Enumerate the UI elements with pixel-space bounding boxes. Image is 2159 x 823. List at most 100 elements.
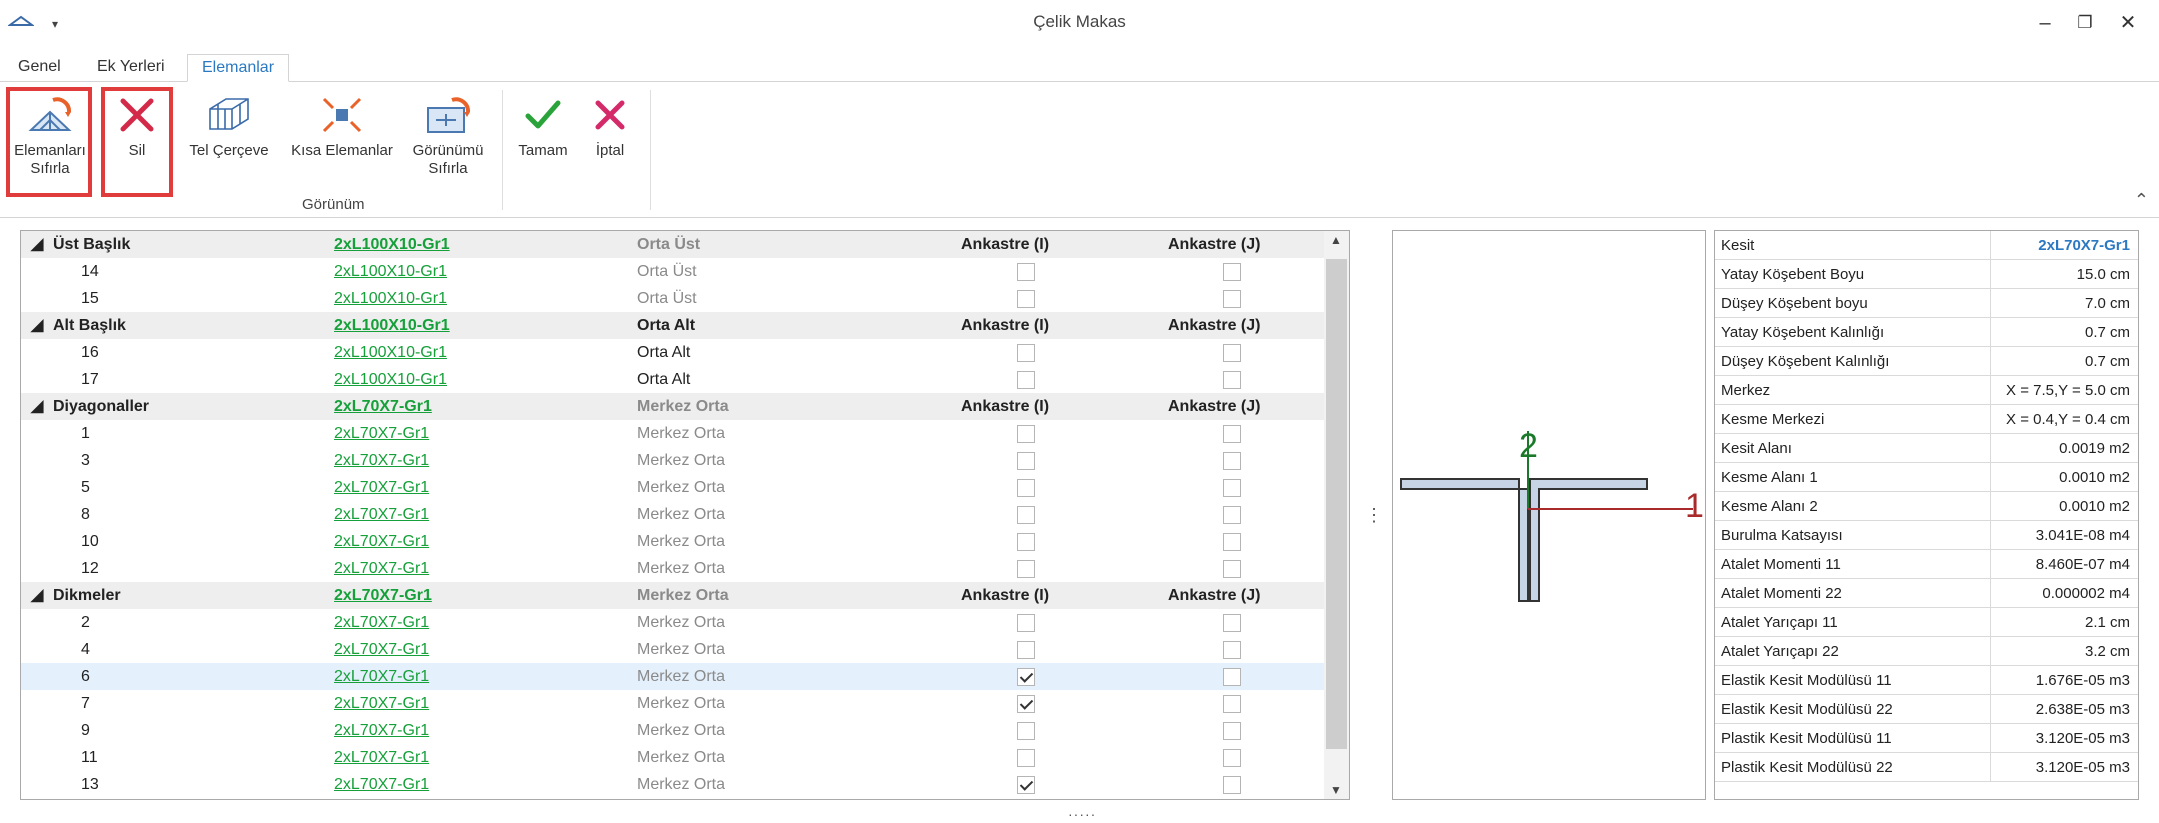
cancel-button[interactable]: İptal <box>580 92 640 192</box>
table-row[interactable]: 8 2xL70X7-Gr1 Merkez Orta <box>21 501 1324 528</box>
ankastre-i-checkbox[interactable] <box>1017 290 1035 308</box>
restore-button[interactable]: ❐ <box>2065 8 2105 38</box>
group-row[interactable]: ◢ Diyagonaller 2xL70X7-Gr1 Merkez Orta Ankas… <box>21 393 1324 420</box>
group-section-link[interactable]: 2xL70X7-Gr1 <box>334 582 432 609</box>
ankastre-j-checkbox[interactable] <box>1223 263 1241 281</box>
element-section-link[interactable]: 2xL70X7-Gr1 <box>334 744 429 771</box>
table-row[interactable]: 7 2xL70X7-Gr1 Merkez Orta <box>21 690 1324 717</box>
ankastre-i-checkbox[interactable] <box>1017 614 1035 632</box>
table-row[interactable]: 9 2xL70X7-Gr1 Merkez Orta <box>21 717 1324 744</box>
element-section-link[interactable]: 2xL70X7-Gr1 <box>334 717 429 744</box>
ankastre-i-checkbox[interactable] <box>1017 560 1035 578</box>
element-section-link[interactable]: 2xL70X7-Gr1 <box>334 474 429 501</box>
group-section-link[interactable]: 2xL100X10-Gr1 <box>334 231 450 258</box>
ankastre-i-checkbox[interactable] <box>1017 533 1035 551</box>
table-row[interactable]: 12 2xL70X7-Gr1 Merkez Orta <box>21 555 1324 582</box>
expand-icon[interactable]: ◢ <box>31 231 43 258</box>
table-row[interactable]: 15 2xL100X10-Gr1 Orta Üst <box>21 285 1324 312</box>
ankastre-j-checkbox[interactable] <box>1223 614 1241 632</box>
ankastre-j-checkbox[interactable] <box>1223 506 1241 524</box>
table-row[interactable]: 13 2xL70X7-Gr1 Merkez Orta <box>21 771 1324 798</box>
ankastre-i-checkbox[interactable] <box>1017 344 1035 362</box>
ankastre-j-checkbox[interactable] <box>1223 668 1241 686</box>
ankastre-j-checkbox[interactable] <box>1223 641 1241 659</box>
expand-icon[interactable]: ◢ <box>31 393 43 420</box>
ankastre-j-checkbox[interactable] <box>1223 344 1241 362</box>
table-row[interactable]: 16 2xL100X10-Gr1 Orta Alt <box>21 339 1324 366</box>
tab-genel[interactable]: Genel <box>4 54 75 82</box>
ankastre-j-checkbox[interactable] <box>1223 452 1241 470</box>
wireframe-button[interactable]: Tel Çerçeve <box>182 92 276 192</box>
table-row[interactable]: 11 2xL70X7-Gr1 Merkez Orta <box>21 744 1324 771</box>
delete-button[interactable]: Sil <box>105 92 169 192</box>
ankastre-j-checkbox[interactable] <box>1223 695 1241 713</box>
ankastre-j-checkbox[interactable] <box>1223 371 1241 389</box>
close-button[interactable]: ✕ <box>2108 8 2148 38</box>
splitter-handle-icon[interactable]: ⋮ <box>1365 505 1383 526</box>
element-section-link[interactable]: 2xL70X7-Gr1 <box>334 663 429 690</box>
element-section-link[interactable]: 2xL70X7-Gr1 <box>334 609 429 636</box>
ankastre-i-checkbox[interactable] <box>1017 641 1035 659</box>
collapse-ribbon-icon[interactable]: ⌃ <box>2134 190 2149 211</box>
ankastre-i-checkbox[interactable] <box>1017 749 1035 767</box>
ankastre-j-checkbox[interactable] <box>1223 533 1241 551</box>
table-row[interactable]: 10 2xL70X7-Gr1 Merkez Orta <box>21 528 1324 555</box>
table-row[interactable]: 3 2xL70X7-Gr1 Merkez Orta <box>21 447 1324 474</box>
scroll-down-icon[interactable]: ▼ <box>1330 783 1342 797</box>
ankastre-i-checkbox[interactable] <box>1017 776 1035 794</box>
table-row[interactable]: 6 2xL70X7-Gr1 Merkez Orta <box>21 663 1324 690</box>
table-row[interactable]: 2 2xL70X7-Gr1 Merkez Orta <box>21 609 1324 636</box>
element-section-link[interactable]: 2xL70X7-Gr1 <box>334 771 429 798</box>
short-elements-button[interactable]: Kısa Elemanlar <box>286 92 398 192</box>
tab-ek-yerleri[interactable]: Ek Yerleri <box>83 54 179 82</box>
reset-elements-button[interactable]: Elemanları Sıfırla <box>10 92 90 192</box>
ankastre-i-checkbox[interactable] <box>1017 695 1035 713</box>
table-row[interactable]: 1 2xL70X7-Gr1 Merkez Orta <box>21 420 1324 447</box>
element-section-link[interactable]: 2xL70X7-Gr1 <box>334 447 429 474</box>
scroll-thumb[interactable] <box>1326 259 1347 749</box>
group-row[interactable]: ◢ Dikmeler 2xL70X7-Gr1 Merkez Orta Ankastre … <box>21 582 1324 609</box>
element-section-link[interactable]: 2xL70X7-Gr1 <box>334 528 429 555</box>
element-section-link[interactable]: 2xL70X7-Gr1 <box>334 636 429 663</box>
table-row[interactable]: 5 2xL70X7-Gr1 Merkez Orta <box>21 474 1324 501</box>
element-section-link[interactable]: 2xL100X10-Gr1 <box>334 339 447 366</box>
element-section-link[interactable]: 2xL100X10-Gr1 <box>334 258 447 285</box>
ankastre-j-checkbox[interactable] <box>1223 290 1241 308</box>
ankastre-i-checkbox[interactable] <box>1017 506 1035 524</box>
group-row[interactable]: ◢ Alt Başlık 2xL100X10-Gr1 Orta Alt Ankastre… <box>21 312 1324 339</box>
ankastre-j-checkbox[interactable] <box>1223 749 1241 767</box>
ankastre-j-checkbox[interactable] <box>1223 425 1241 443</box>
ankastre-i-checkbox[interactable] <box>1017 722 1035 740</box>
element-section-link[interactable]: 2xL70X7-Gr1 <box>334 501 429 528</box>
bottom-splitter-handle-icon[interactable]: ····· <box>1068 806 1096 822</box>
expand-icon[interactable]: ◢ <box>31 312 43 339</box>
group-section-link[interactable]: 2xL70X7-Gr1 <box>334 393 432 420</box>
tab-elemanlar[interactable]: Elemanlar <box>187 54 290 82</box>
ankastre-i-checkbox[interactable] <box>1017 371 1035 389</box>
ankastre-i-checkbox[interactable] <box>1017 263 1035 281</box>
grid-scrollbar[interactable]: ▲ ▼ <box>1324 231 1349 799</box>
table-row[interactable]: 14 2xL100X10-Gr1 Orta Üst <box>21 258 1324 285</box>
element-section-link[interactable]: 2xL70X7-Gr1 <box>334 420 429 447</box>
scroll-up-icon[interactable]: ▲ <box>1330 233 1342 247</box>
ankastre-j-checkbox[interactable] <box>1223 722 1241 740</box>
ankastre-j-checkbox[interactable] <box>1223 776 1241 794</box>
ankastre-i-checkbox[interactable] <box>1017 425 1035 443</box>
element-section-link[interactable]: 2xL100X10-Gr1 <box>334 366 447 393</box>
element-section-link[interactable]: 2xL100X10-Gr1 <box>334 285 447 312</box>
group-row[interactable]: ◢ Üst Başlık 2xL100X10-Gr1 Orta Üst Ankastre… <box>21 231 1324 258</box>
ankastre-i-checkbox[interactable] <box>1017 452 1035 470</box>
element-section-link[interactable]: 2xL70X7-Gr1 <box>334 690 429 717</box>
ankastre-j-checkbox[interactable] <box>1223 560 1241 578</box>
table-row[interactable]: 4 2xL70X7-Gr1 Merkez Orta <box>21 636 1324 663</box>
expand-icon[interactable]: ◢ <box>31 582 43 609</box>
element-section-link[interactable]: 2xL70X7-Gr1 <box>334 555 429 582</box>
ankastre-i-checkbox[interactable] <box>1017 668 1035 686</box>
table-row[interactable]: 17 2xL100X10-Gr1 Orta Alt <box>21 366 1324 393</box>
ankastre-i-checkbox[interactable] <box>1017 479 1035 497</box>
group-section-link[interactable]: 2xL100X10-Gr1 <box>334 312 450 339</box>
reset-view-button[interactable]: Görünümü Sıfırla <box>406 92 490 192</box>
ok-button[interactable]: Tamam <box>510 92 576 192</box>
ankastre-j-checkbox[interactable] <box>1223 479 1241 497</box>
minimize-button[interactable]: – <box>2025 8 2065 38</box>
